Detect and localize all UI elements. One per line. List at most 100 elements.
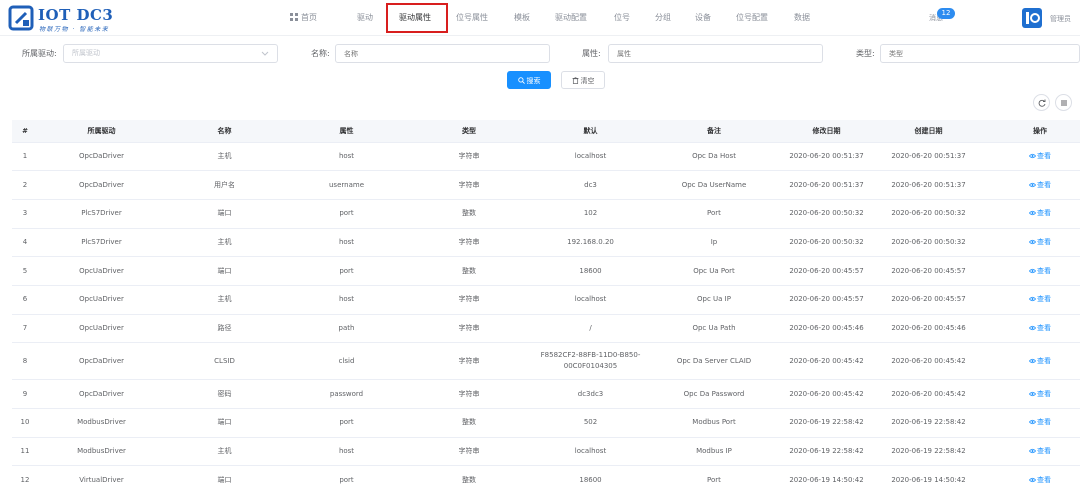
cell-attr: host [284, 228, 409, 258]
list-icon [1061, 100, 1067, 106]
eye-icon [1029, 477, 1036, 482]
nav-item-group[interactable]: 分组 [655, 12, 671, 23]
view-button[interactable]: 查看 [1029, 447, 1051, 455]
refresh-icon [1038, 99, 1046, 107]
search-button[interactable]: 搜索 [507, 71, 551, 89]
cell-operations: 查看 [980, 228, 1080, 258]
cell-type: 字符串 [409, 228, 529, 258]
cell-name: 主机 [165, 142, 284, 172]
cell-attr: port [284, 256, 409, 286]
driver-select[interactable]: 所属驱动 [63, 44, 278, 63]
cell-driver: VirtualDriver [38, 465, 165, 494]
table-header-row: # 所属驱动 名称 属性 类型 默认 备注 修改日期 创建日期 操作 [12, 120, 1080, 143]
cell-name: 主机 [165, 285, 284, 315]
name-input[interactable] [335, 44, 550, 63]
cell-remark: Modbus Port [652, 408, 776, 438]
eye-icon [1029, 391, 1036, 396]
cell-name: 端口 [165, 199, 284, 229]
column-header-attribute: 属性 [284, 120, 409, 143]
view-button[interactable]: 查看 [1029, 209, 1051, 217]
clear-button-label: 清空 [580, 77, 595, 85]
refresh-button[interactable] [1033, 94, 1050, 111]
view-button[interactable]: 查看 [1029, 152, 1051, 160]
brand-subtitle: 物联万物 · 智能未来 [39, 26, 110, 33]
cell-modified: 2020-06-20 00:45:57 [776, 285, 877, 315]
cell-operations: 查看 [980, 342, 1080, 381]
cell-idx: 9 [12, 379, 38, 409]
cell-name: 主机 [165, 228, 284, 258]
eye-icon [1029, 420, 1036, 425]
nav-item-point[interactable]: 位号 [614, 12, 630, 23]
cell-remark: Opc Ua Path [652, 314, 776, 344]
cell-idx: 5 [12, 256, 38, 286]
view-button[interactable]: 查看 [1029, 181, 1051, 189]
cell-created: 2020-06-19 22:58:42 [877, 437, 980, 467]
cell-attr: host [284, 437, 409, 467]
nav-item-device[interactable]: 设备 [695, 12, 711, 23]
nav-item-driver[interactable]: 驱动 [357, 12, 373, 23]
nav-home[interactable]: 首页 [290, 12, 317, 23]
cell-type: 整数 [409, 465, 529, 494]
table-row: 9 OpcDaDriver 密码 password 字符串 dc3dc3 Opc Da Pa… [12, 379, 1080, 409]
column-header-driver: 所属驱动 [38, 120, 165, 143]
cell-name: CLSID [165, 342, 284, 381]
view-button[interactable]: 查看 [1029, 476, 1051, 484]
view-button-label: 查看 [1037, 237, 1051, 246]
user-avatar-icon[interactable] [1021, 7, 1043, 29]
cell-default: / [529, 314, 652, 344]
column-header-remark: 备注 [652, 120, 776, 143]
view-button[interactable]: 查看 [1029, 390, 1051, 398]
cell-attr: port [284, 199, 409, 229]
cell-modified: 2020-06-20 00:50:32 [776, 228, 877, 258]
cell-default: 192.168.0.20 [529, 228, 652, 258]
eye-icon [1029, 211, 1036, 216]
nav-item-driver-config[interactable]: 驱动配置 [555, 12, 587, 23]
cell-modified: 2020-06-20 00:51:37 [776, 170, 877, 200]
cell-idx: 6 [12, 285, 38, 315]
cell-remark: Opc Ua IP [652, 285, 776, 315]
view-button-label: 查看 [1037, 389, 1051, 398]
view-button[interactable]: 查看 [1029, 357, 1051, 365]
cell-name: 端口 [165, 256, 284, 286]
cell-operations: 查看 [980, 256, 1080, 286]
cell-driver: OpcDaDriver [38, 379, 165, 409]
view-button[interactable]: 查看 [1029, 324, 1051, 332]
cell-driver: OpcUaDriver [38, 314, 165, 344]
cell-modified: 2020-06-20 00:45:42 [776, 342, 877, 381]
view-button-label: 查看 [1037, 447, 1051, 456]
cell-remark: Opc Ua Port [652, 256, 776, 286]
attribute-input[interactable] [608, 44, 823, 63]
cell-attr: password [284, 379, 409, 409]
cell-type: 字符串 [409, 170, 529, 200]
nav-item-data[interactable]: 数据 [794, 12, 810, 23]
cell-modified: 2020-06-19 22:58:42 [776, 408, 877, 438]
cell-type: 字符串 [409, 437, 529, 467]
view-button[interactable]: 查看 [1029, 238, 1051, 246]
active-tab-highlight [386, 3, 448, 33]
nav-item-template[interactable]: 模板 [514, 12, 530, 23]
type-filter-label: 类型: [856, 49, 875, 58]
view-button[interactable]: 查看 [1029, 295, 1051, 303]
clear-button[interactable]: 清空 [561, 71, 605, 89]
cell-type: 整数 [409, 256, 529, 286]
cell-modified: 2020-06-20 00:45:42 [776, 379, 877, 409]
nav-item-point-config[interactable]: 位号配置 [736, 12, 768, 23]
eye-icon [1029, 239, 1036, 245]
column-settings-button[interactable] [1055, 94, 1072, 111]
table-row: 8 OpcDaDriver CLSID clsid 字符串 F8582CF2-88FB-1… [12, 342, 1080, 381]
cell-idx: 3 [12, 199, 38, 229]
cell-name: 端口 [165, 465, 284, 494]
type-input[interactable] [880, 44, 1080, 63]
brand-logo[interactable]: IOT DC3 物联万物 · 智能未来 [8, 4, 128, 33]
cell-modified: 2020-06-20 00:45:57 [776, 256, 877, 286]
cell-default: 18600 [529, 465, 652, 494]
nav-item-point-attribute[interactable]: 位号属性 [456, 12, 488, 23]
cell-operations: 查看 [980, 379, 1080, 409]
cell-default: 502 [529, 408, 652, 438]
eye-icon [1029, 182, 1036, 187]
cell-created: 2020-06-20 00:45:57 [877, 256, 980, 286]
view-button[interactable]: 查看 [1029, 418, 1051, 426]
user-name[interactable]: 管理员 [1050, 14, 1071, 24]
view-button[interactable]: 查看 [1029, 267, 1051, 275]
cell-attr: host [284, 285, 409, 315]
